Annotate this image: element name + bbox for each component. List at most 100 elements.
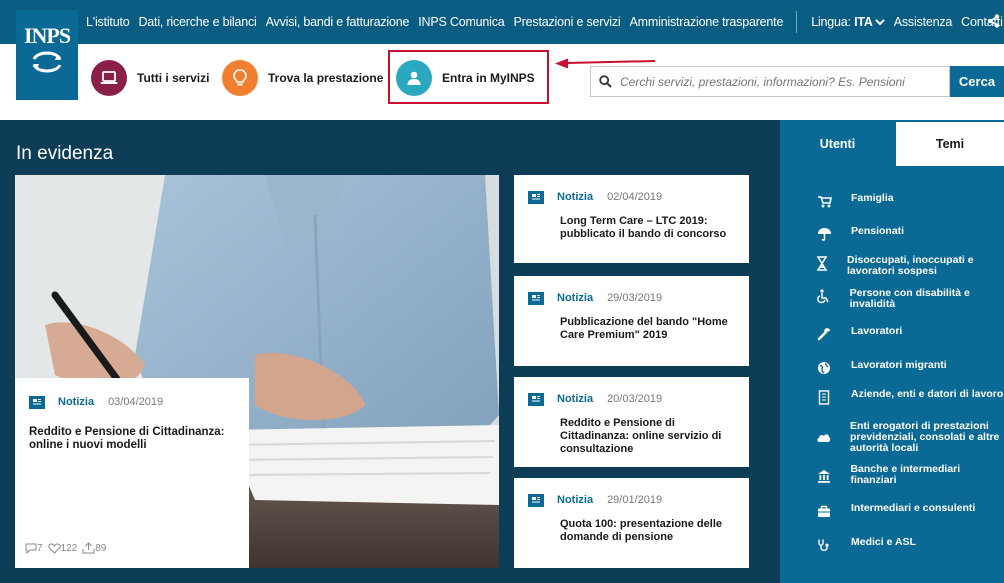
newspaper-icon	[528, 190, 544, 204]
sidebar-item-label: Disoccupati, inoccupati e lavoratori sos…	[847, 254, 974, 277]
news-card[interactable]: Notizia 29/01/2019 Quota 100: presentazi…	[514, 478, 749, 568]
sidebar-item-migranti[interactable]: Lavoratori migranti	[816, 360, 1004, 376]
news-card[interactable]: Notizia 29/03/2019 Pubblicazione del ban…	[514, 276, 749, 366]
news-date: 29/01/2019	[607, 494, 663, 506]
sidebar-item-lavoratori[interactable]: Lavoratori	[816, 326, 1004, 342]
sidebar-item-label: Famiglia	[851, 192, 894, 204]
nav-link-assistenza[interactable]: Assistenza	[894, 15, 953, 29]
nav-link-trasparente[interactable]: Amministrazione trasparente	[630, 15, 784, 29]
quicklink-label: Tutti i servizi	[137, 71, 210, 85]
card-header: Notizia 02/04/2019	[528, 187, 749, 207]
quicklink-tutti-servizi[interactable]: Tutti i servizi	[91, 59, 209, 97]
search-icon	[599, 75, 612, 88]
sidebar-item-famiglia[interactable]: Famiglia	[816, 193, 1004, 209]
news-category: Notizia	[58, 396, 95, 408]
nav-link-istituto[interactable]: L'istituto	[86, 15, 130, 29]
sidebar-item-label: Aziende, enti e datori di lavoro	[851, 388, 1004, 400]
language-selector[interactable]: Lingua: ITA	[811, 15, 885, 29]
card-header: Notizia 29/03/2019	[528, 288, 749, 308]
nav-link-dati[interactable]: Dati, ricerche e bilanci	[138, 15, 256, 29]
language-value: ITA	[854, 15, 873, 29]
tab-utenti[interactable]: Utenti	[780, 122, 895, 166]
social-stats: 7 122 89	[25, 542, 108, 554]
sidebar-item-label: Pensionati	[851, 225, 905, 237]
annotation-highlight-box	[388, 50, 549, 104]
news-card[interactable]: Notizia 02/04/2019 Long Term Care – LTC …	[514, 175, 749, 263]
laptop-icon	[91, 60, 127, 96]
news-title[interactable]: Reddito e Pensione di Cittadinanza: onli…	[29, 426, 235, 452]
news-date: 29/03/2019	[607, 292, 663, 304]
briefcase-icon	[816, 503, 832, 519]
search-box	[590, 66, 950, 97]
featured-news-card[interactable]: Notizia 03/04/2019 Reddito e Pensione di…	[15, 378, 249, 568]
chevron-down-icon	[875, 19, 885, 26]
globe-icon	[816, 360, 832, 376]
sidebar-item-disoccupati[interactable]: Disoccupati, inoccupati e lavoratori sos…	[816, 255, 1004, 277]
share-icon[interactable]	[988, 14, 1000, 28]
sidebar-item-banche[interactable]: Banche e intermediari finanziari	[816, 464, 1004, 486]
wrench-icon	[816, 326, 832, 342]
news-category: Notizia	[557, 191, 594, 203]
sidebar-item-intermediari[interactable]: Intermediari e consulenti	[816, 503, 1004, 519]
stroller-icon	[816, 193, 832, 209]
news-category: Notizia	[557, 393, 594, 405]
sidebar-item-label: Medici e ASL	[851, 536, 916, 548]
lightbulb-icon	[222, 60, 258, 96]
nav-link-comunica[interactable]: INPS Comunica	[418, 15, 505, 29]
sidebar-item-medici[interactable]: Medici e ASL	[816, 537, 1004, 553]
news-title[interactable]: Quota 100: presentazione delle domande d…	[560, 518, 735, 544]
news-title[interactable]: Pubblicazione del bando "Home Care Premi…	[560, 316, 735, 342]
heart-icon[interactable]	[47, 542, 61, 554]
newspaper-icon	[528, 291, 544, 305]
newspaper-icon	[29, 395, 45, 409]
nav-divider	[796, 11, 798, 33]
cloud-icon	[816, 429, 831, 445]
top-navigation-bar: L'istituto Dati, ricerche e bilanci Avvi…	[0, 0, 1004, 44]
sidebar-item-pensionati[interactable]: Pensionati	[816, 226, 1004, 242]
share-upload-icon[interactable]	[82, 542, 95, 554]
quicklink-label: Trova la prestazione	[268, 71, 384, 85]
sidebar-item-enti-erogatori[interactable]: Enti erogatori di prestazioni previdenzi…	[816, 421, 1004, 454]
tab-temi[interactable]: Temi	[896, 122, 1004, 166]
comment-count: 7	[37, 542, 43, 554]
stethoscope-icon	[816, 537, 832, 553]
logo-swirl-icon	[32, 51, 62, 73]
newspaper-icon	[528, 493, 544, 507]
nav-link-prestazioni[interactable]: Prestazioni e servizi	[514, 15, 621, 29]
news-card[interactable]: Notizia 20/03/2019 Reddito e Pensione di…	[514, 377, 749, 467]
logo-text: INPS	[23, 23, 71, 48]
share-count: 89	[95, 542, 107, 554]
quicklink-trova-prestazione[interactable]: Trova la prestazione	[222, 59, 383, 97]
card-header: Notizia 03/04/2019	[29, 392, 249, 412]
sidebar-item-label: Persone con disabilità e invalidità	[849, 287, 970, 310]
sidebar-item-label: Lavoratori	[851, 325, 903, 337]
like-count: 122	[60, 542, 78, 554]
sidebar-item-label: Intermediari e consulenti	[851, 502, 976, 514]
news-date: 20/03/2019	[607, 393, 663, 405]
news-title[interactable]: Reddito e Pensione di Cittadinanza: onli…	[560, 417, 735, 456]
sidebar-item-label: Banche e intermediari finanziari	[850, 463, 961, 486]
news-category: Notizia	[557, 292, 594, 304]
comment-icon[interactable]	[25, 543, 37, 554]
sidebar-item-aziende[interactable]: Aziende, enti e datori di lavoro	[816, 389, 1004, 405]
card-header: Notizia 29/01/2019	[528, 490, 749, 510]
news-date: 02/04/2019	[607, 191, 663, 203]
inps-logo[interactable]: INPS	[16, 10, 78, 100]
section-title: In evidenza	[16, 143, 114, 164]
card-header: Notizia 20/03/2019	[528, 389, 749, 409]
sidebar-item-disabilita[interactable]: Persone con disabilità e invalidità	[816, 288, 1004, 310]
bank-icon	[816, 468, 831, 484]
sidebar-item-label: Enti erogatori di prestazioni previdenzi…	[850, 420, 1000, 454]
umbrella-icon	[816, 226, 832, 242]
news-title[interactable]: Long Term Care – LTC 2019: pubblicato il…	[560, 215, 735, 241]
newspaper-icon	[528, 392, 544, 406]
building-icon	[816, 389, 832, 405]
news-date: 03/04/2019	[108, 396, 164, 408]
top-nav-links: L'istituto Dati, ricerche e bilanci Avvi…	[86, 0, 1004, 44]
nav-link-avvisi[interactable]: Avvisi, bandi e fatturazione	[266, 15, 410, 29]
sidebar-item-label: Lavoratori migranti	[851, 359, 947, 371]
search-button[interactable]: Cerca	[950, 66, 1004, 97]
hourglass-icon	[816, 255, 828, 271]
news-category: Notizia	[557, 494, 594, 506]
search-input[interactable]	[618, 73, 942, 90]
